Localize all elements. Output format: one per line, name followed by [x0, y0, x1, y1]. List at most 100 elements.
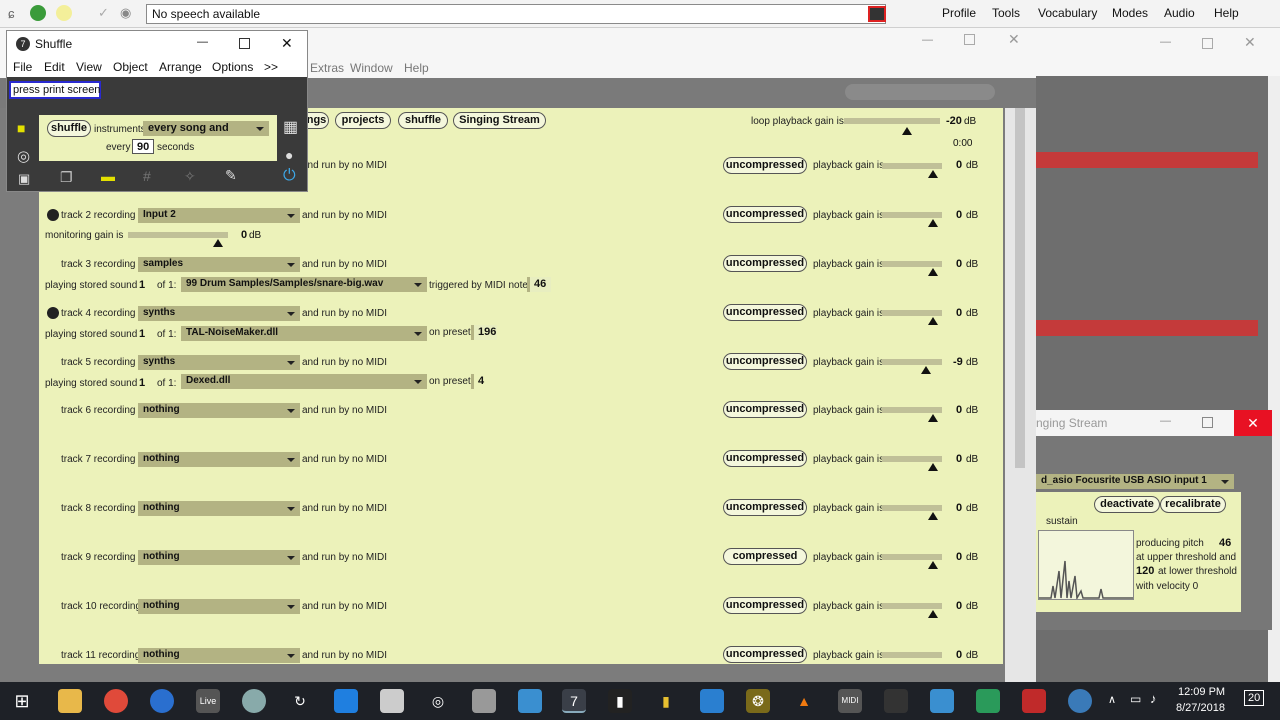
menu-arrange[interactable]: Arrange [159, 60, 202, 74]
track-input-dropdown[interactable]: nothing [138, 550, 300, 565]
cube-icon[interactable]: ■ [17, 120, 25, 136]
start-icon[interactable]: ⊞ [10, 689, 34, 713]
instruments-dropdown[interactable]: every song and [143, 121, 269, 136]
track1-compression[interactable]: uncompressed [723, 157, 807, 174]
comment-icon[interactable]: ▬ [101, 168, 115, 184]
playback-slider[interactable] [882, 505, 942, 511]
shuffle-button[interactable]: shuffle [47, 120, 91, 137]
compression-toggle[interactable]: uncompressed [723, 499, 807, 516]
green-app-icon[interactable] [976, 689, 1000, 713]
minimize-icon[interactable]: — [1160, 415, 1171, 427]
remote-icon[interactable] [518, 689, 542, 713]
main-scrollbar[interactable] [1005, 108, 1036, 682]
playback-slider[interactable] [882, 652, 942, 658]
preset-box[interactable]: 196 [471, 325, 497, 340]
compression-toggle[interactable]: uncompressed [723, 597, 807, 614]
playback-slider[interactable] [882, 603, 942, 609]
terminal-icon[interactable]: ▮ [608, 689, 632, 713]
max-icon[interactable]: 7 [562, 689, 586, 713]
every-value[interactable]: 90 [132, 139, 154, 154]
record-indicator[interactable] [47, 209, 59, 221]
tool-icon[interactable] [472, 689, 496, 713]
clock-date[interactable]: 8/27/2018 [1176, 702, 1225, 714]
minimize-icon[interactable]: — [922, 34, 933, 46]
red-app-icon[interactable] [1022, 689, 1046, 713]
tray-chevron-icon[interactable]: ∧ [1108, 693, 1116, 706]
midi-note-box[interactable]: 46 [527, 277, 551, 292]
menu-tools[interactable]: Tools [992, 6, 1020, 20]
track-input-dropdown[interactable]: synths [138, 355, 300, 370]
info-icon[interactable]: ● [285, 147, 293, 163]
live-icon[interactable]: Live [196, 689, 220, 713]
compression-toggle[interactable]: uncompressed [723, 304, 807, 321]
compression-toggle[interactable]: uncompressed [723, 206, 807, 223]
playback-knob[interactable] [928, 317, 938, 325]
compression-toggle[interactable]: uncompressed [723, 401, 807, 418]
chrome-icon[interactable] [104, 689, 128, 713]
menu-view[interactable]: View [76, 60, 102, 74]
monitoring-knob[interactable] [213, 239, 223, 247]
menu-edit[interactable]: Edit [44, 60, 65, 74]
playback-slider[interactable] [882, 456, 942, 462]
patch-icon[interactable]: ✧ [184, 168, 196, 185]
compression-toggle[interactable]: compressed [723, 548, 807, 565]
editor-icon[interactable] [380, 689, 404, 713]
playback-slider[interactable] [882, 359, 942, 365]
playback-slider[interactable] [882, 212, 942, 218]
mic-icon[interactable] [30, 5, 46, 21]
flame-icon[interactable]: ❂ [746, 689, 770, 713]
menu-modes[interactable]: Modes [1112, 6, 1148, 20]
sync-icon[interactable]: ↻ [288, 689, 312, 713]
speaker-icon[interactable]: ◉ [120, 5, 131, 21]
menu-file[interactable]: File [13, 60, 32, 74]
stored-file-dropdown[interactable]: Dexed.dll [181, 374, 427, 389]
scroll-thumb[interactable] [1015, 108, 1025, 468]
close-icon[interactable]: ✕ [1234, 410, 1272, 436]
leaf-icon[interactable]: ɕ [8, 6, 15, 21]
track-input-dropdown[interactable]: samples [138, 257, 300, 272]
track1-slider[interactable] [882, 163, 942, 169]
preset-box[interactable]: 4 [471, 374, 493, 389]
power-icon[interactable]: ⏻ [283, 167, 296, 185]
maximize-icon[interactable] [239, 38, 250, 49]
compression-toggle[interactable]: uncompressed [723, 646, 807, 663]
loop-gain-slider[interactable] [844, 118, 940, 124]
track-input-dropdown[interactable]: Input 2 [138, 208, 300, 223]
playback-knob[interactable] [928, 414, 938, 422]
menu-help[interactable]: Help [1214, 6, 1239, 20]
menu-help-main[interactable]: Help [404, 61, 429, 75]
vscode-icon[interactable] [700, 689, 724, 713]
track-input-dropdown[interactable]: nothing [138, 501, 300, 516]
maximize-icon[interactable] [964, 34, 975, 45]
target-icon[interactable]: ◎ [17, 147, 30, 165]
projects-button[interactable]: projects [335, 112, 391, 129]
songs-button[interactable]: ngs [305, 112, 329, 129]
wrench-icon[interactable]: ✎ [225, 167, 237, 184]
track-input-dropdown[interactable]: synths [138, 306, 300, 321]
recalibrate-button[interactable]: recalibrate [1160, 496, 1226, 513]
lock-icon[interactable]: ▣ [18, 171, 30, 187]
stored-file-dropdown[interactable]: TAL-NoiseMaker.dll [181, 326, 427, 341]
python-icon[interactable] [1068, 689, 1092, 713]
playback-knob[interactable] [921, 366, 931, 374]
monitoring-slider[interactable] [128, 232, 228, 238]
volume-icon[interactable]: ♪ [1150, 691, 1157, 706]
playback-knob[interactable] [928, 268, 938, 276]
playback-slider[interactable] [882, 554, 942, 560]
playback-knob[interactable] [928, 219, 938, 227]
screenshot-icon[interactable] [930, 689, 954, 713]
menu-extras[interactable]: Extras [310, 61, 344, 75]
notification-badge[interactable]: 20 [1244, 690, 1265, 706]
minimize-icon[interactable]: — [197, 36, 208, 48]
print-screen-box[interactable]: press print screen [9, 81, 101, 99]
menu-more[interactable]: >> [264, 60, 278, 74]
shuffle-header-button[interactable]: shuffle [398, 112, 448, 129]
audio-input-dropdown[interactable]: d_asio Focusrite USB ASIO input 1 [1036, 474, 1234, 489]
loop-gain-knob[interactable] [902, 127, 912, 135]
grid-toggle-icon[interactable]: # [143, 168, 151, 184]
stored-file-dropdown[interactable]: 99 Drum Samples/Samples/snare-big.wav [181, 277, 427, 292]
close-icon[interactable]: ✕ [281, 35, 293, 52]
menu-object[interactable]: Object [113, 60, 148, 74]
playback-knob[interactable] [928, 512, 938, 520]
browser-icon[interactable] [150, 689, 174, 713]
